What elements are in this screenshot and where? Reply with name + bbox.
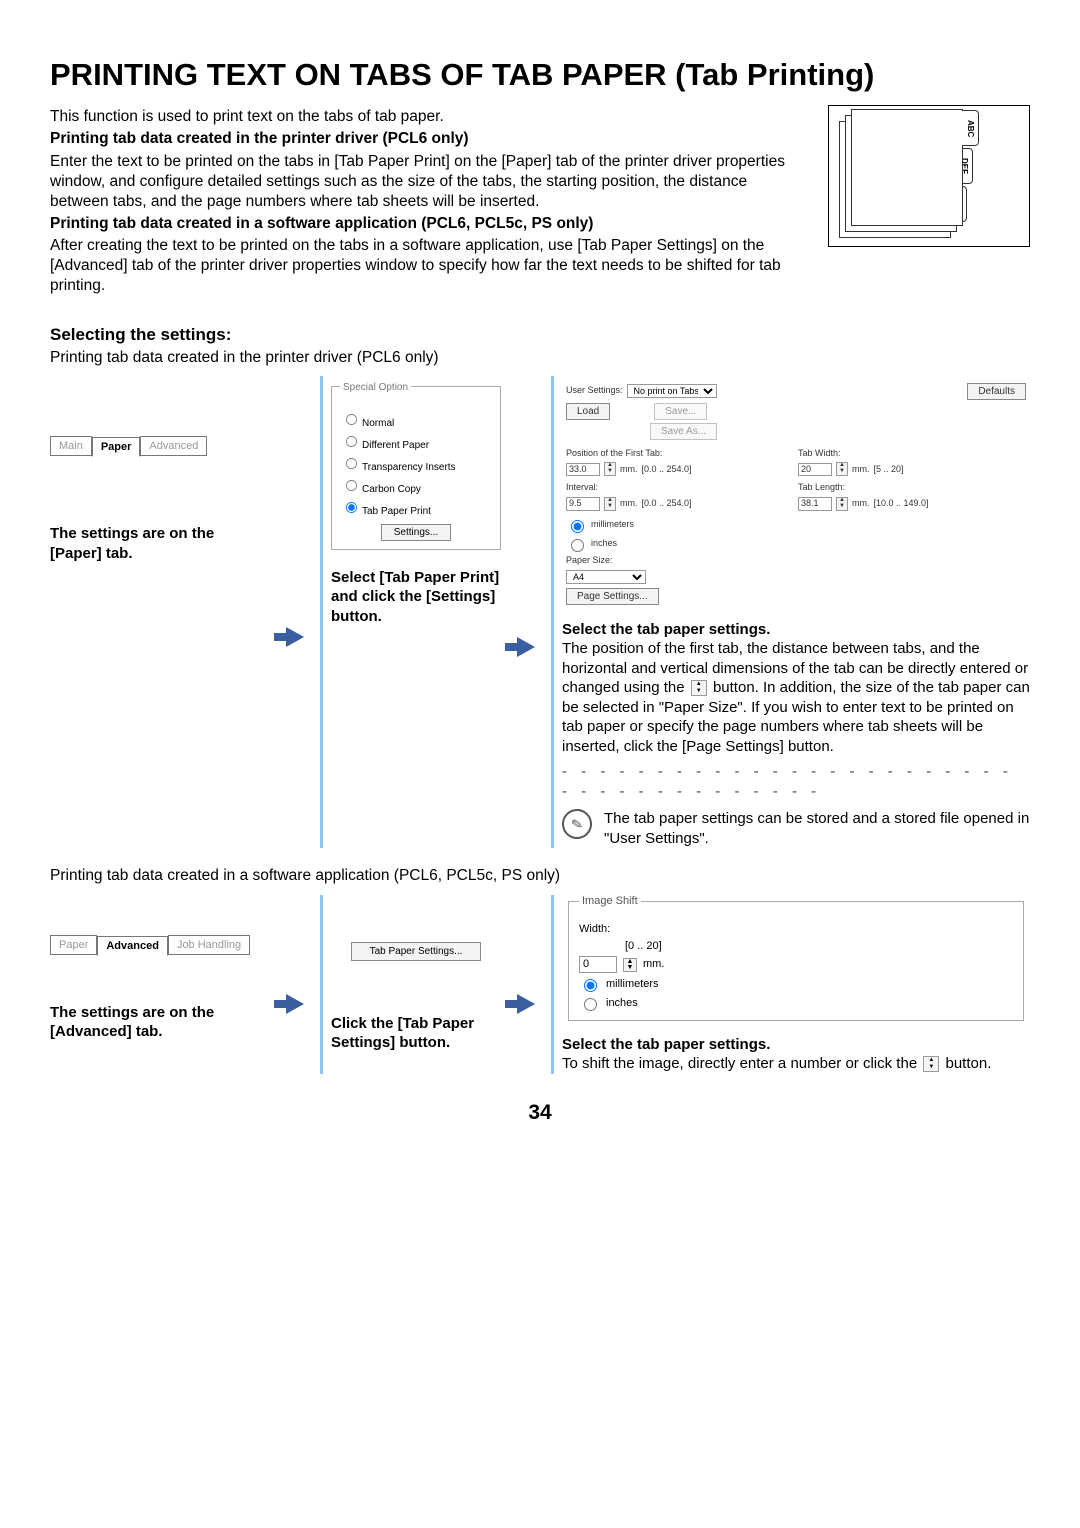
pos-range: [0.0 .. 254.0] <box>642 464 692 476</box>
arrow-right-icon <box>286 994 304 1014</box>
width-input-b[interactable]: 0 <box>579 956 617 972</box>
radio-tab-paper-label: Tab Paper Print <box>362 506 431 517</box>
flow-a-col1-caption: The settings are on the [Paper] tab. <box>50 524 270 563</box>
page-settings-button[interactable]: Page Settings... <box>566 588 659 605</box>
flow-b-col3-caption-title: Select the tab paper settings. <box>562 1035 1030 1055</box>
length-range: [10.0 .. 149.0] <box>874 498 929 510</box>
note-pencil-icon: ✎ <box>560 807 595 842</box>
save-button[interactable]: Save... <box>654 403 707 420</box>
unit-mm-label-b: millimeters <box>606 977 659 991</box>
tab-width-label: Tab Width: <box>798 448 1026 460</box>
tab-length-label: Tab Length: <box>798 482 1026 494</box>
width-range: [5 .. 20] <box>874 464 904 476</box>
width-range-b: [0 .. 20] <box>625 939 662 953</box>
tab-width-input[interactable]: 20 <box>798 463 832 477</box>
radio-normal[interactable]: Normal <box>340 410 492 430</box>
flow-a-col2-caption: Select [Tab Paper Print] and click the [… <box>331 568 501 627</box>
illus-tab-abc: ABC <box>962 110 979 146</box>
driver-tabs-screenshot-b: Paper Advanced Job Handling <box>50 935 270 955</box>
radio-transparency-inserts[interactable]: Transparency Inserts <box>340 454 492 474</box>
radio-different-paper-label: Different Paper <box>362 440 429 451</box>
spinner-icon[interactable]: ▲▼ <box>836 497 848 511</box>
radio-tab-paper-print[interactable]: Tab Paper Print <box>340 498 492 518</box>
tab-paper-settings-button[interactable]: Tab Paper Settings... <box>351 942 482 961</box>
unit-in-label-b: inches <box>606 996 638 1010</box>
spinner-icon[interactable]: ▲▼ <box>604 462 616 476</box>
special-option-legend: Special Option <box>340 382 411 393</box>
flow-a-col3-caption-title: Select the tab paper settings. <box>562 620 1030 640</box>
length-unit: mm. <box>852 498 870 510</box>
image-shift-legend: Image Shift <box>579 894 641 908</box>
flow-b-subtitle: Printing tab data created in a software … <box>50 866 1030 886</box>
spinner-icon[interactable]: ▲▼ <box>836 462 848 476</box>
flow-a-col3-note: The tab paper settings can be stored and… <box>604 809 1030 848</box>
width-unit-b: mm. <box>643 957 664 971</box>
arrow-right-icon <box>517 637 535 657</box>
flow-b-col2-caption: Click the [Tab Paper Settings] button. <box>331 1014 501 1053</box>
driver-tabs-screenshot: Main Paper Advanced <box>50 436 270 456</box>
tab-paper-illustration: GHI DEF ABC <box>828 105 1030 247</box>
arrow-right-icon <box>286 627 304 647</box>
spinner-icon[interactable]: ▲▼ <box>604 497 616 511</box>
tab-advanced[interactable]: Advanced <box>140 436 207 456</box>
section-heading: Selecting the settings: <box>50 324 1030 346</box>
pos-first-tab-label: Position of the First Tab: <box>566 448 794 460</box>
spinner-icon: ▲▼ <box>691 680 707 696</box>
unit-mm-label: millimeters <box>591 519 634 531</box>
tab-paper-b[interactable]: Paper <box>50 935 97 955</box>
radio-carbon-label: Carbon Copy <box>362 484 421 495</box>
flow-b-col3-caption-text1: To shift the image, directly enter a num… <box>562 1055 921 1072</box>
radio-transparency-label: Transparency Inserts <box>362 462 456 473</box>
flow-a-subtitle: Printing tab data created in the printer… <box>50 348 1030 368</box>
tab-main[interactable]: Main <box>50 436 92 456</box>
intro-para-1: Enter the text to be printed on the tabs… <box>50 152 788 212</box>
unit-in-label: inches <box>591 538 617 550</box>
unit-in-radio-b[interactable]: inches <box>579 995 1013 1011</box>
arrow-right-icon <box>517 994 535 1014</box>
width-label-b: Width: <box>579 922 1013 936</box>
spinner-icon[interactable]: ▲▼ <box>623 958 637 972</box>
load-button[interactable]: Load <box>566 403 610 420</box>
flow-b: Paper Advanced Job Handling The settings… <box>50 895 1030 1074</box>
interval-input[interactable]: 9.5 <box>566 497 600 511</box>
unit-mm-radio-b[interactable]: millimeters <box>579 976 1013 992</box>
special-option-panel: Special Option Normal Different Paper Tr… <box>331 386 501 550</box>
intro-line: This function is used to print text on t… <box>50 107 788 127</box>
save-as-button[interactable]: Save As... <box>650 423 717 440</box>
page-title: PRINTING TEXT ON TABS OF TAB PAPER (Tab … <box>50 55 1030 95</box>
tab-paper-settings-dialog: User Settings: No print on Tabs Defaults… <box>562 376 1030 612</box>
interval-label: Interval: <box>566 482 794 494</box>
user-settings-label: User Settings: <box>566 385 623 397</box>
tab-paper[interactable]: Paper <box>92 437 141 457</box>
settings-button[interactable]: Settings... <box>381 524 451 541</box>
user-settings-select[interactable]: No print on Tabs <box>627 384 717 398</box>
interval-unit: mm. <box>620 498 638 510</box>
image-shift-panel: Image Shift Width: [0 .. 20] 0 ▲▼ mm. mi… <box>562 895 1030 1027</box>
flow-a: Main Paper Advanced The settings are on … <box>50 376 1030 849</box>
interval-range: [0.0 .. 254.0] <box>642 498 692 510</box>
paper-size-select[interactable]: A4 <box>566 570 646 584</box>
unit-in-radio[interactable]: inches <box>566 536 1026 552</box>
radio-carbon-copy[interactable]: Carbon Copy <box>340 476 492 496</box>
page-number: 34 <box>50 1099 1030 1126</box>
width-unit: mm. <box>852 464 870 476</box>
spinner-icon: ▲▼ <box>923 1056 939 1072</box>
divider: - - - - - - - - - - - - - - - - - - - - … <box>562 762 1030 801</box>
tab-length-input[interactable]: 38.1 <box>798 497 832 511</box>
pos-unit: mm. <box>620 464 638 476</box>
tab-advanced-b[interactable]: Advanced <box>97 936 168 956</box>
defaults-button[interactable]: Defaults <box>967 383 1026 400</box>
paper-size-label: Paper Size: <box>566 555 1026 567</box>
radio-normal-label: Normal <box>362 418 394 429</box>
tab-job-handling[interactable]: Job Handling <box>168 935 250 955</box>
intro-heading-2: Printing tab data created in a software … <box>50 214 788 234</box>
unit-mm-radio[interactable]: millimeters <box>566 517 1026 533</box>
flow-b-col1-caption: The settings are on the [Advanced] tab. <box>50 1003 270 1042</box>
intro-para-2: After creating the text to be printed on… <box>50 236 788 296</box>
radio-different-paper[interactable]: Different Paper <box>340 432 492 452</box>
flow-b-col3-caption-text2: button. <box>946 1055 992 1072</box>
intro-heading-1: Printing tab data created in the printer… <box>50 129 788 149</box>
pos-first-tab-input[interactable]: 33.0 <box>566 463 600 477</box>
